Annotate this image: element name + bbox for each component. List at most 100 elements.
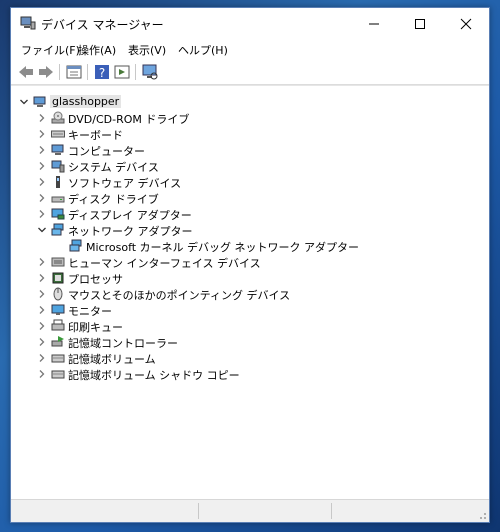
window-title: デバイス マネージャー — [41, 18, 164, 32]
device-tree[interactable]: glasshopper DVD/CD-ROM ドライブ キーボード コンピューターシス… — [11, 85, 489, 500]
tree-item-label: システム デバイス — [68, 161, 159, 174]
storage-volume-icon — [51, 370, 65, 379]
toolbar-separator — [135, 64, 136, 80]
processor-icon — [52, 272, 64, 284]
dvd-drive-icon — [51, 111, 65, 124]
minimize-icon — [369, 23, 379, 25]
forward-arrow-icon[interactable] — [37, 63, 55, 81]
chevron-right-icon[interactable] — [37, 305, 47, 315]
tree-item[interactable]: ヒューマン インターフェイス デバイス — [11, 254, 481, 270]
storage-controller-icon — [51, 336, 64, 347]
monitor-icon — [51, 304, 65, 315]
disk-drive-icon — [51, 196, 65, 203]
device-manager-window: デバイス マネージャー ファイル(F) 操作(A) 表示(V) ヘルプ(H) ?… — [10, 7, 490, 523]
close-button[interactable] — [443, 8, 489, 38]
computer-icon — [51, 144, 64, 155]
properties-icon[interactable] — [65, 63, 83, 81]
tree-item-label: モニター — [68, 305, 112, 318]
network-adapter-icon — [69, 239, 82, 252]
storage-volume-icon — [51, 354, 65, 363]
status-divider — [331, 503, 332, 519]
chevron-right-icon[interactable] — [37, 145, 47, 155]
tree-item-label: DVD/CD-ROM ドライブ — [68, 113, 190, 126]
toolbar: ? — [11, 60, 489, 85]
network-adapter-icon — [51, 223, 64, 236]
chevron-right-icon[interactable] — [37, 337, 47, 347]
tree-item[interactable]: ディスプレイ アダプター — [11, 206, 481, 222]
chevron-right-icon[interactable] — [37, 353, 47, 363]
tree-item-label: 記憶域コントローラー — [68, 337, 178, 350]
tree-item[interactable]: ネットワーク アダプター — [11, 222, 481, 238]
status-bar — [11, 499, 489, 522]
tree-item[interactable]: ディスク ドライブ — [11, 190, 481, 206]
tree-item[interactable]: キーボード — [11, 126, 481, 142]
tree-item-label: ディスプレイ アダプター — [68, 209, 192, 222]
tree-item-label: キーボード — [68, 129, 123, 142]
chevron-right-icon[interactable] — [37, 113, 47, 123]
tree-item[interactable]: 記憶域ボリューム — [11, 350, 481, 366]
menu-file[interactable]: ファイル(F) — [21, 42, 80, 58]
tree-item[interactable]: プロセッサ — [11, 270, 481, 286]
tree-item[interactable]: DVD/CD-ROM ドライブ — [11, 110, 481, 126]
menu-bar: ファイル(F) 操作(A) 表示(V) ヘルプ(H) — [11, 38, 489, 60]
tree-item-label: ディスク ドライブ — [68, 193, 159, 206]
run-icon[interactable] — [113, 63, 131, 81]
minimize-button[interactable] — [351, 8, 397, 38]
system-device-icon — [51, 160, 65, 173]
tree-root-label: glasshopper — [50, 95, 122, 108]
tree-item-label: マウスとそのほかのポインティング デバイス — [68, 289, 291, 302]
keyboard-icon — [51, 130, 65, 138]
software-device-icon — [56, 176, 60, 188]
status-divider — [198, 503, 199, 519]
printer-icon — [51, 319, 65, 331]
resize-grip-icon[interactable] — [475, 508, 487, 520]
chevron-right-icon[interactable] — [37, 321, 47, 331]
title-bar[interactable]: デバイス マネージャー — [11, 8, 489, 38]
back-arrow-icon[interactable] — [17, 63, 35, 81]
display-adapter-icon — [51, 208, 65, 220]
monitor-scan-icon[interactable] — [141, 63, 159, 81]
chevron-right-icon[interactable] — [37, 257, 47, 267]
chevron-down-icon[interactable] — [19, 97, 29, 107]
tree-item-label: 記憶域ボリューム — [68, 353, 156, 366]
chevron-right-icon[interactable] — [37, 369, 47, 379]
menu-view[interactable]: 表示(V) — [128, 42, 166, 58]
chevron-right-icon[interactable] — [37, 209, 47, 219]
tree-item[interactable]: 記憶域コントローラー — [11, 334, 481, 350]
chevron-right-icon[interactable] — [37, 289, 47, 299]
tree-item[interactable]: ソフトウェア デバイス — [11, 174, 481, 190]
chevron-right-icon[interactable] — [37, 129, 47, 139]
maximize-button[interactable] — [397, 8, 443, 38]
device-manager-app-icon — [20, 16, 36, 30]
chevron-right-icon[interactable] — [37, 161, 47, 171]
menu-action[interactable]: 操作(A) — [78, 42, 116, 58]
close-icon — [460, 18, 472, 30]
hid-icon — [51, 257, 65, 267]
tree-root[interactable]: glasshopper — [11, 94, 481, 110]
svg-text:?: ? — [99, 66, 105, 80]
tree-item[interactable]: マウスとそのほかのポインティング デバイス — [11, 286, 481, 302]
tree-item-label: 印刷キュー — [68, 321, 123, 334]
menu-help[interactable]: ヘルプ(H) — [178, 42, 228, 58]
tree-item[interactable]: 印刷キュー — [11, 318, 481, 334]
tree-item[interactable]: Microsoft カーネル デバッグ ネットワーク アダプター — [11, 238, 481, 254]
computer-root-icon — [33, 96, 46, 107]
tree-item-label: Microsoft カーネル デバッグ ネットワーク アダプター — [86, 241, 360, 254]
tree-item-label: ヒューマン インターフェイス デバイス — [68, 257, 261, 270]
chevron-down-icon[interactable] — [37, 225, 47, 235]
help-icon[interactable]: ? — [93, 63, 111, 81]
toolbar-separator — [59, 64, 60, 80]
tree-item-label: プロセッサ — [68, 273, 123, 286]
tree-item[interactable]: モニター — [11, 302, 481, 318]
chevron-right-icon[interactable] — [37, 273, 47, 283]
maximize-icon — [415, 19, 425, 29]
mouse-icon — [53, 287, 63, 301]
toolbar-separator — [87, 64, 88, 80]
chevron-right-icon[interactable] — [37, 177, 47, 187]
tree-item[interactable]: 記憶域ボリューム シャドウ コピー — [11, 366, 481, 382]
tree-item-label: 記憶域ボリューム シャドウ コピー — [68, 369, 240, 382]
tree-item[interactable]: コンピューター — [11, 142, 481, 158]
tree-item-label: ネットワーク アダプター — [68, 225, 193, 238]
tree-item[interactable]: システム デバイス — [11, 158, 481, 174]
chevron-right-icon[interactable] — [37, 193, 47, 203]
